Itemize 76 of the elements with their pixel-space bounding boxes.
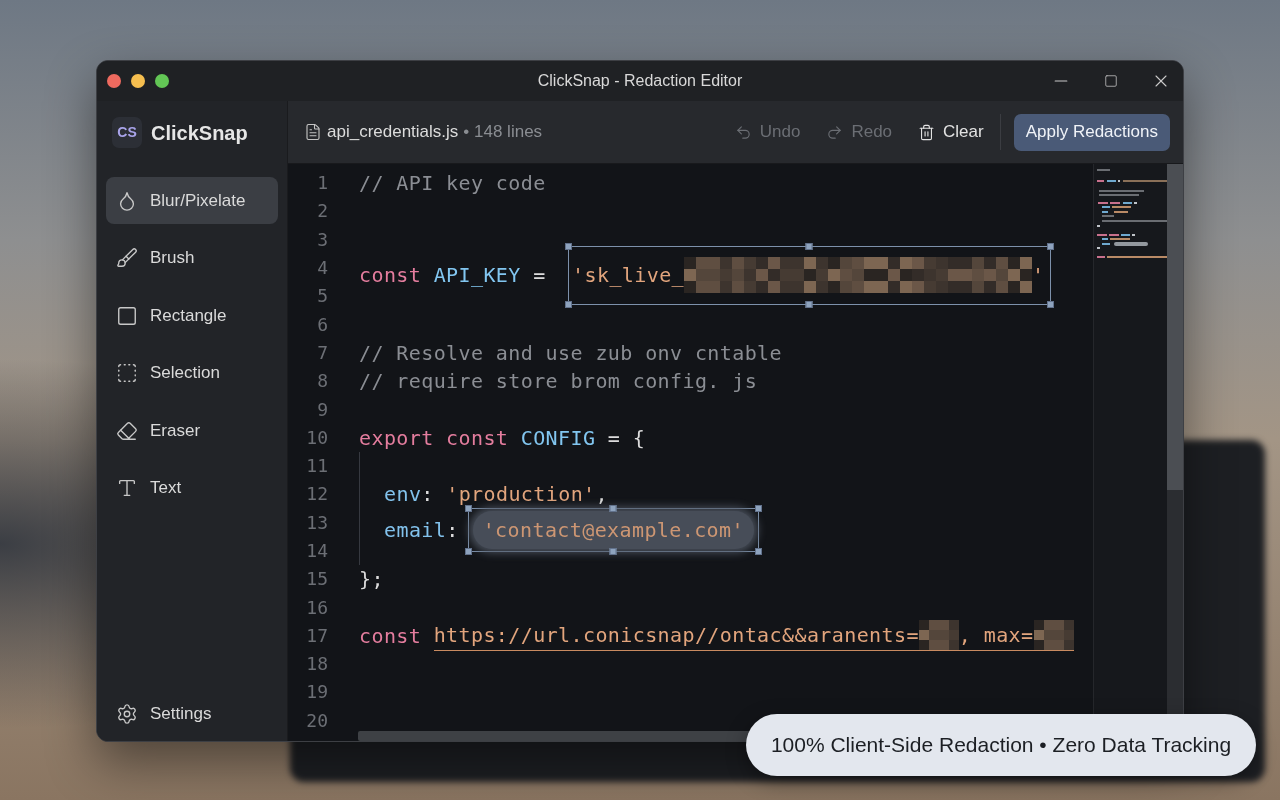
line-number: 16 xyxy=(305,596,328,619)
line-number: 17 xyxy=(305,624,328,647)
line-number: 6 xyxy=(316,313,328,336)
file-info: • 148 lines xyxy=(463,121,543,144)
resize-handle[interactable] xyxy=(565,300,573,308)
tool-button[interactable]: Brush xyxy=(106,234,278,282)
square-icon xyxy=(116,304,138,327)
line-number: 3 xyxy=(316,228,328,251)
line-number: 4 xyxy=(316,257,328,280)
toolbar-button[interactable]: Clear xyxy=(918,119,984,145)
resize-handle[interactable] xyxy=(754,547,762,555)
app-logo: CS xyxy=(112,117,142,148)
line-number: 19 xyxy=(305,681,328,704)
resize-handle[interactable] xyxy=(805,242,813,250)
pixelation-drawing xyxy=(1033,620,1074,651)
line-number: 10 xyxy=(305,426,328,449)
dashed-square-icon xyxy=(116,362,138,384)
resize-handle[interactable] xyxy=(464,547,472,555)
code-text: ' xyxy=(1032,263,1045,288)
window-title: ClickSnap - Redaction Editor xyxy=(537,71,743,91)
resize-handle[interactable] xyxy=(1046,242,1054,250)
app-name: ClickSnap xyxy=(151,120,248,146)
line-number: 14 xyxy=(305,540,328,562)
eraser-icon xyxy=(116,419,138,442)
line-number: 20 xyxy=(305,709,328,732)
code-text: export const CONFIG = { xyxy=(359,425,646,450)
code-text: // require store brom config. js xyxy=(359,369,758,394)
code-text: }; xyxy=(359,567,384,592)
tool-button[interactable]: Rectangle xyxy=(106,292,278,339)
pixelation-drawing xyxy=(918,620,959,651)
line-number: 18 xyxy=(305,653,328,676)
scrollbar-thumb[interactable] xyxy=(1167,164,1183,490)
line-number: 2 xyxy=(316,200,328,223)
line-number: 9 xyxy=(316,398,328,421)
settings-icon xyxy=(116,702,138,725)
line-number: 13 xyxy=(305,511,328,534)
code-text: // Resolve and use zub onv cntable xyxy=(359,340,782,365)
tool-button[interactable]: Blur/Pixelate xyxy=(106,177,278,224)
trash-icon xyxy=(918,123,936,141)
code-text: const xyxy=(359,623,423,648)
info-toast: 100% Client-Side Redaction • Zero Data Tracking xyxy=(746,714,1256,776)
selection-frame[interactable]: 'sk_live_ ' xyxy=(568,245,1051,305)
undo-icon xyxy=(734,123,752,141)
tool-button[interactable]: Selection xyxy=(106,349,278,397)
line-number: 5 xyxy=(316,285,328,308)
tool-button[interactable]: Eraser xyxy=(106,407,278,454)
tool-button[interactable]: Text xyxy=(106,464,278,512)
resize-handle[interactable] xyxy=(565,242,573,250)
resize-handle[interactable] xyxy=(609,504,617,512)
code-text: // API key code xyxy=(359,171,546,196)
line-number: 11 xyxy=(305,455,328,478)
file-name: api_credentials.js xyxy=(327,121,459,144)
code-text: env: 'production', xyxy=(384,482,608,507)
redo-icon xyxy=(826,123,844,141)
code-text: email: xyxy=(384,517,459,542)
line-number: 7 xyxy=(316,341,328,364)
resize-handle[interactable] xyxy=(805,300,813,308)
settings-button[interactable]: Settings xyxy=(106,690,278,737)
code-text: , max= xyxy=(958,623,1034,648)
resize-handle[interactable] xyxy=(464,504,472,512)
code-text: const API_KEY = xyxy=(359,263,547,288)
resize-handle[interactable] xyxy=(1046,300,1054,308)
apply-button[interactable]: Apply Redactions xyxy=(1013,113,1170,151)
resize-handle[interactable] xyxy=(609,547,617,555)
url-link[interactable]: https://url.conicsnap//ontac&&aranents= , max= xyxy=(433,620,1074,652)
minimap-drawing[interactable] xyxy=(1094,166,1168,259)
text-icon xyxy=(116,477,138,499)
line-number: 12 xyxy=(305,483,328,506)
file-icon xyxy=(304,123,322,141)
line-number: 15 xyxy=(305,568,328,591)
code-text: 'sk_live_ xyxy=(572,263,685,288)
line-number: 1 xyxy=(316,172,328,195)
brush-icon xyxy=(116,247,138,269)
code-text: https://url.conicsnap//ontac&&aranents= xyxy=(433,623,919,648)
resize-handle[interactable] xyxy=(754,504,762,512)
line-number: 8 xyxy=(316,370,328,393)
